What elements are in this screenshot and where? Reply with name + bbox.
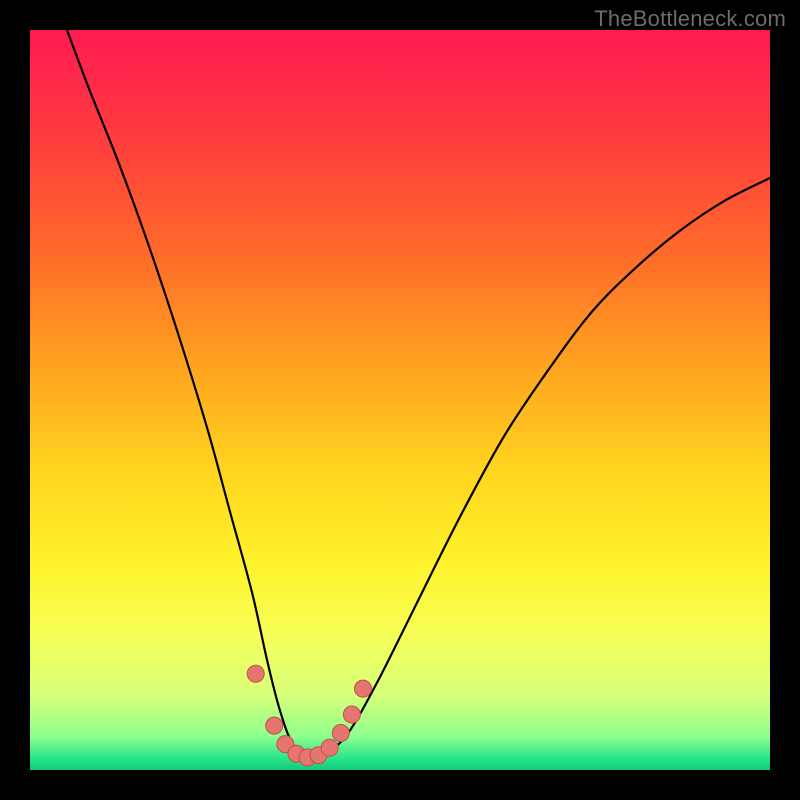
- watermark-text: TheBottleneck.com: [594, 6, 786, 32]
- marker-point: [247, 665, 264, 682]
- marker-point: [266, 717, 283, 734]
- chart-frame: TheBottleneck.com: [0, 0, 800, 800]
- marker-point: [332, 725, 349, 742]
- plot-area: [30, 30, 770, 770]
- marker-point: [355, 680, 372, 697]
- highlight-markers: [247, 665, 371, 766]
- bottleneck-curve: [67, 30, 770, 759]
- marker-point: [321, 739, 338, 756]
- marker-point: [343, 706, 360, 723]
- curve-layer: [30, 30, 770, 770]
